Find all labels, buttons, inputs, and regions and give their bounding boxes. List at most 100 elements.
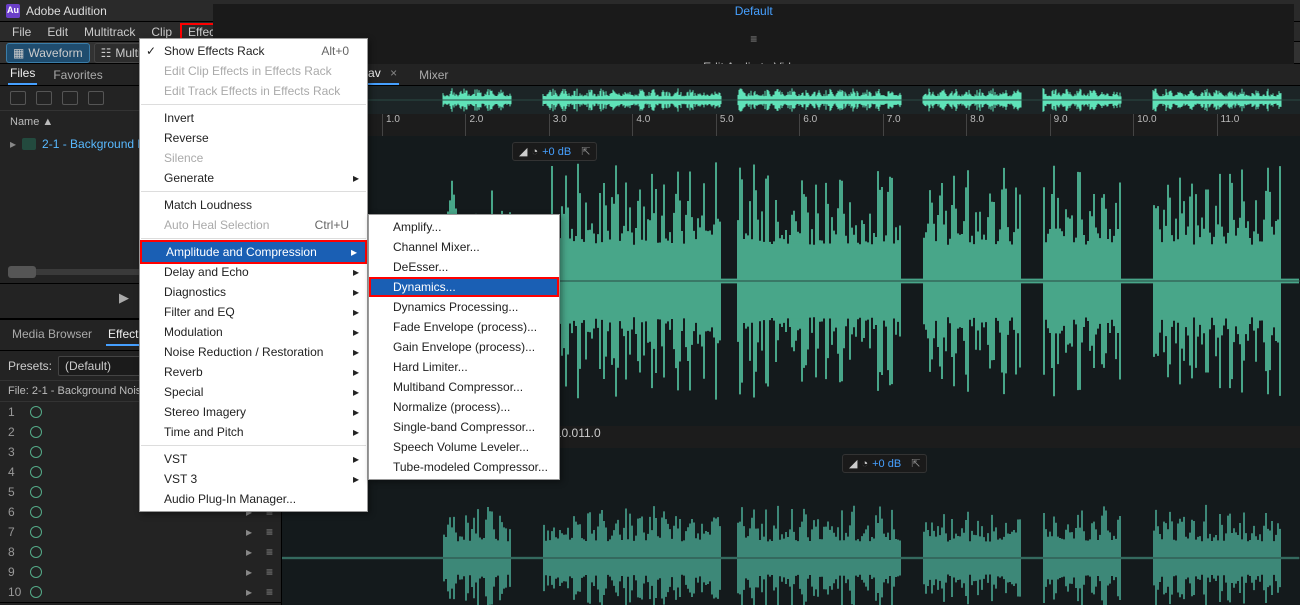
import-icon[interactable] <box>88 91 104 105</box>
expand-icon[interactable]: ▸ <box>10 137 16 151</box>
submenu-item-dynamics-processing[interactable]: Dynamics Processing... <box>369 297 559 317</box>
overview-strip[interactable] <box>282 86 1300 114</box>
slot-menu-icon[interactable]: ≡ <box>266 565 273 579</box>
new-icon[interactable] <box>62 91 78 105</box>
menu-item-label: Reverb <box>164 365 203 379</box>
effect-slot-10[interactable]: 10▸≡ <box>0 582 281 602</box>
effects-item-delay-and-echo[interactable]: Delay and Echo▸ <box>140 262 367 282</box>
effects-item-show-effects-rack[interactable]: ✓Show Effects RackAlt+0 <box>140 41 367 61</box>
media-browser-tab[interactable]: Media Browser <box>10 324 94 346</box>
submenu-item-dynamics[interactable]: Dynamics... <box>369 277 559 297</box>
slot-power-icon[interactable] <box>30 506 42 518</box>
effects-item-vst[interactable]: VST▸ <box>140 449 367 469</box>
effect-slot-8[interactable]: 8▸≡ <box>0 542 281 562</box>
menu-icon[interactable]: ≡ <box>750 32 757 46</box>
submenu-item-single-band-compressor[interactable]: Single-band Compressor... <box>369 417 559 437</box>
slot-menu-icon[interactable]: ≡ <box>266 585 273 599</box>
slot-menu-icon[interactable]: ≡ <box>266 525 273 539</box>
slot-number: 1 <box>8 405 22 419</box>
slot-number: 7 <box>8 525 22 539</box>
pin-icon[interactable]: ⇱ <box>911 457 920 470</box>
slot-power-icon[interactable] <box>30 446 42 458</box>
gain-readout[interactable]: ◢ ◔ +0 dB ⇱ <box>512 142 597 161</box>
check-icon: ✓ <box>146 44 156 58</box>
effects-item-amplitude-and-compression[interactable]: Amplitude and Compression▸ <box>142 242 365 262</box>
menu-multitrack[interactable]: Multitrack <box>76 23 143 41</box>
amplitude-compression-submenu[interactable]: Amplify... Channel Mixer... DeEsser... Dyna… <box>368 214 560 480</box>
submenu-item-hard-limiter[interactable]: Hard Limiter... <box>369 357 559 377</box>
submenu-item-fade-envelope-process[interactable]: Fade Envelope (process)... <box>369 317 559 337</box>
slot-power-icon[interactable] <box>30 526 42 538</box>
chevron-right-icon[interactable]: ▸ <box>246 545 252 559</box>
slot-power-icon[interactable] <box>30 546 42 558</box>
slot-power-icon[interactable] <box>30 586 42 598</box>
gain-value[interactable]: +0 dB <box>542 146 571 158</box>
menu-item-label: Amplitude and Compression <box>166 245 317 259</box>
submenu-item-normalize-process[interactable]: Normalize (process)... <box>369 397 559 417</box>
submenu-item-tube-modeled-compressor[interactable]: Tube-modeled Compressor... <box>369 457 559 477</box>
submenu-item-deesser[interactable]: DeEsser... <box>369 257 559 277</box>
menu-edit[interactable]: Edit <box>39 23 76 41</box>
slot-number: 6 <box>8 505 22 519</box>
menu-item-label: Match Loudness <box>164 198 252 212</box>
slot-power-icon[interactable] <box>30 406 42 418</box>
effects-item-diagnostics[interactable]: Diagnostics▸ <box>140 282 367 302</box>
menu-item-label: Single-band Compressor... <box>393 420 535 434</box>
submenu-item-amplify[interactable]: Amplify... <box>369 217 559 237</box>
effects-item-reverse[interactable]: Reverse <box>140 128 367 148</box>
gain-value-2[interactable]: +0 dB <box>872 458 901 470</box>
effects-item-stereo-imagery[interactable]: Stereo Imagery▸ <box>140 402 367 422</box>
volume-icon: ◢ <box>849 457 857 470</box>
submenu-arrow-icon: ▸ <box>353 425 359 439</box>
chevron-right-icon[interactable]: ▸ <box>246 525 252 539</box>
menu-item-label: Edit Clip Effects in Effects Rack <box>164 64 332 78</box>
submenu-item-channel-mixer[interactable]: Channel Mixer... <box>369 237 559 257</box>
effects-item-invert[interactable]: Invert <box>140 108 367 128</box>
timeline-ruler[interactable]: 1.02.03.04.05.06.07.08.09.010.011.0 <box>282 114 1300 136</box>
play-button[interactable]: ▶ <box>119 290 129 312</box>
chevron-right-icon[interactable]: ▸ <box>246 585 252 599</box>
effects-item-generate[interactable]: Generate▸ <box>140 168 367 188</box>
effects-item-vst-3[interactable]: VST 3▸ <box>140 469 367 489</box>
scrubber-thumb[interactable] <box>8 266 36 278</box>
open-icon[interactable] <box>10 91 26 105</box>
timeline-tick: 2.0 <box>465 114 548 136</box>
submenu-item-speech-volume-leveler[interactable]: Speech Volume Leveler... <box>369 437 559 457</box>
slot-number: 5 <box>8 485 22 499</box>
effects-item-filter-and-eq[interactable]: Filter and EQ▸ <box>140 302 367 322</box>
mixer-tab[interactable]: Mixer <box>417 65 450 85</box>
menu-item-label: Dynamics... <box>393 280 456 294</box>
menu-item-label: Special <box>164 385 203 399</box>
record-icon[interactable] <box>36 91 52 105</box>
slot-power-icon[interactable] <box>30 426 42 438</box>
slot-power-icon[interactable] <box>30 486 42 498</box>
effects-item-modulation[interactable]: Modulation▸ <box>140 322 367 342</box>
effects-item-reverb[interactable]: Reverb▸ <box>140 362 367 382</box>
effects-menu[interactable]: ✓Show Effects RackAlt+0 Edit Clip Effects… <box>139 38 368 512</box>
slot-power-icon[interactable] <box>30 566 42 578</box>
effects-item-match-loudness[interactable]: Match Loudness <box>140 195 367 215</box>
mode-waveform-button[interactable]: ▦ Waveform <box>6 43 90 63</box>
slot-power-icon[interactable] <box>30 466 42 478</box>
menu-file[interactable]: File <box>4 23 39 41</box>
effects-item-time-and-pitch[interactable]: Time and Pitch▸ <box>140 422 367 442</box>
effect-slot-9[interactable]: 9▸≡ <box>0 562 281 582</box>
menu-shortcut: Ctrl+U <box>315 218 349 232</box>
files-tab[interactable]: Files <box>8 63 37 85</box>
close-icon[interactable]: × <box>390 66 397 80</box>
submenu-item-gain-envelope-process[interactable]: Gain Envelope (process)... <box>369 337 559 357</box>
workspace-button[interactable]: Default <box>735 4 773 18</box>
favorites-tab[interactable]: Favorites <box>51 65 104 85</box>
effects-item-noise-reduction-restoration[interactable]: Noise Reduction / Restoration▸ <box>140 342 367 362</box>
slot-menu-icon[interactable]: ≡ <box>266 545 273 559</box>
gain-readout-2[interactable]: ◢ ◔ +0 dB ⇱ <box>842 454 927 473</box>
chevron-right-icon[interactable]: ▸ <box>246 565 252 579</box>
slot-number: 2 <box>8 425 22 439</box>
pin-icon[interactable]: ⇱ <box>581 145 590 158</box>
menu-item-label: Channel Mixer... <box>393 240 480 254</box>
multitrack-icon: ☷ <box>101 46 112 60</box>
effect-slot-7[interactable]: 7 ▸ ≡ <box>0 522 281 542</box>
effects-item-audio-plug-in-manager[interactable]: Audio Plug-In Manager... <box>140 489 367 509</box>
submenu-item-multiband-compressor[interactable]: Multiband Compressor... <box>369 377 559 397</box>
effects-item-special[interactable]: Special▸ <box>140 382 367 402</box>
